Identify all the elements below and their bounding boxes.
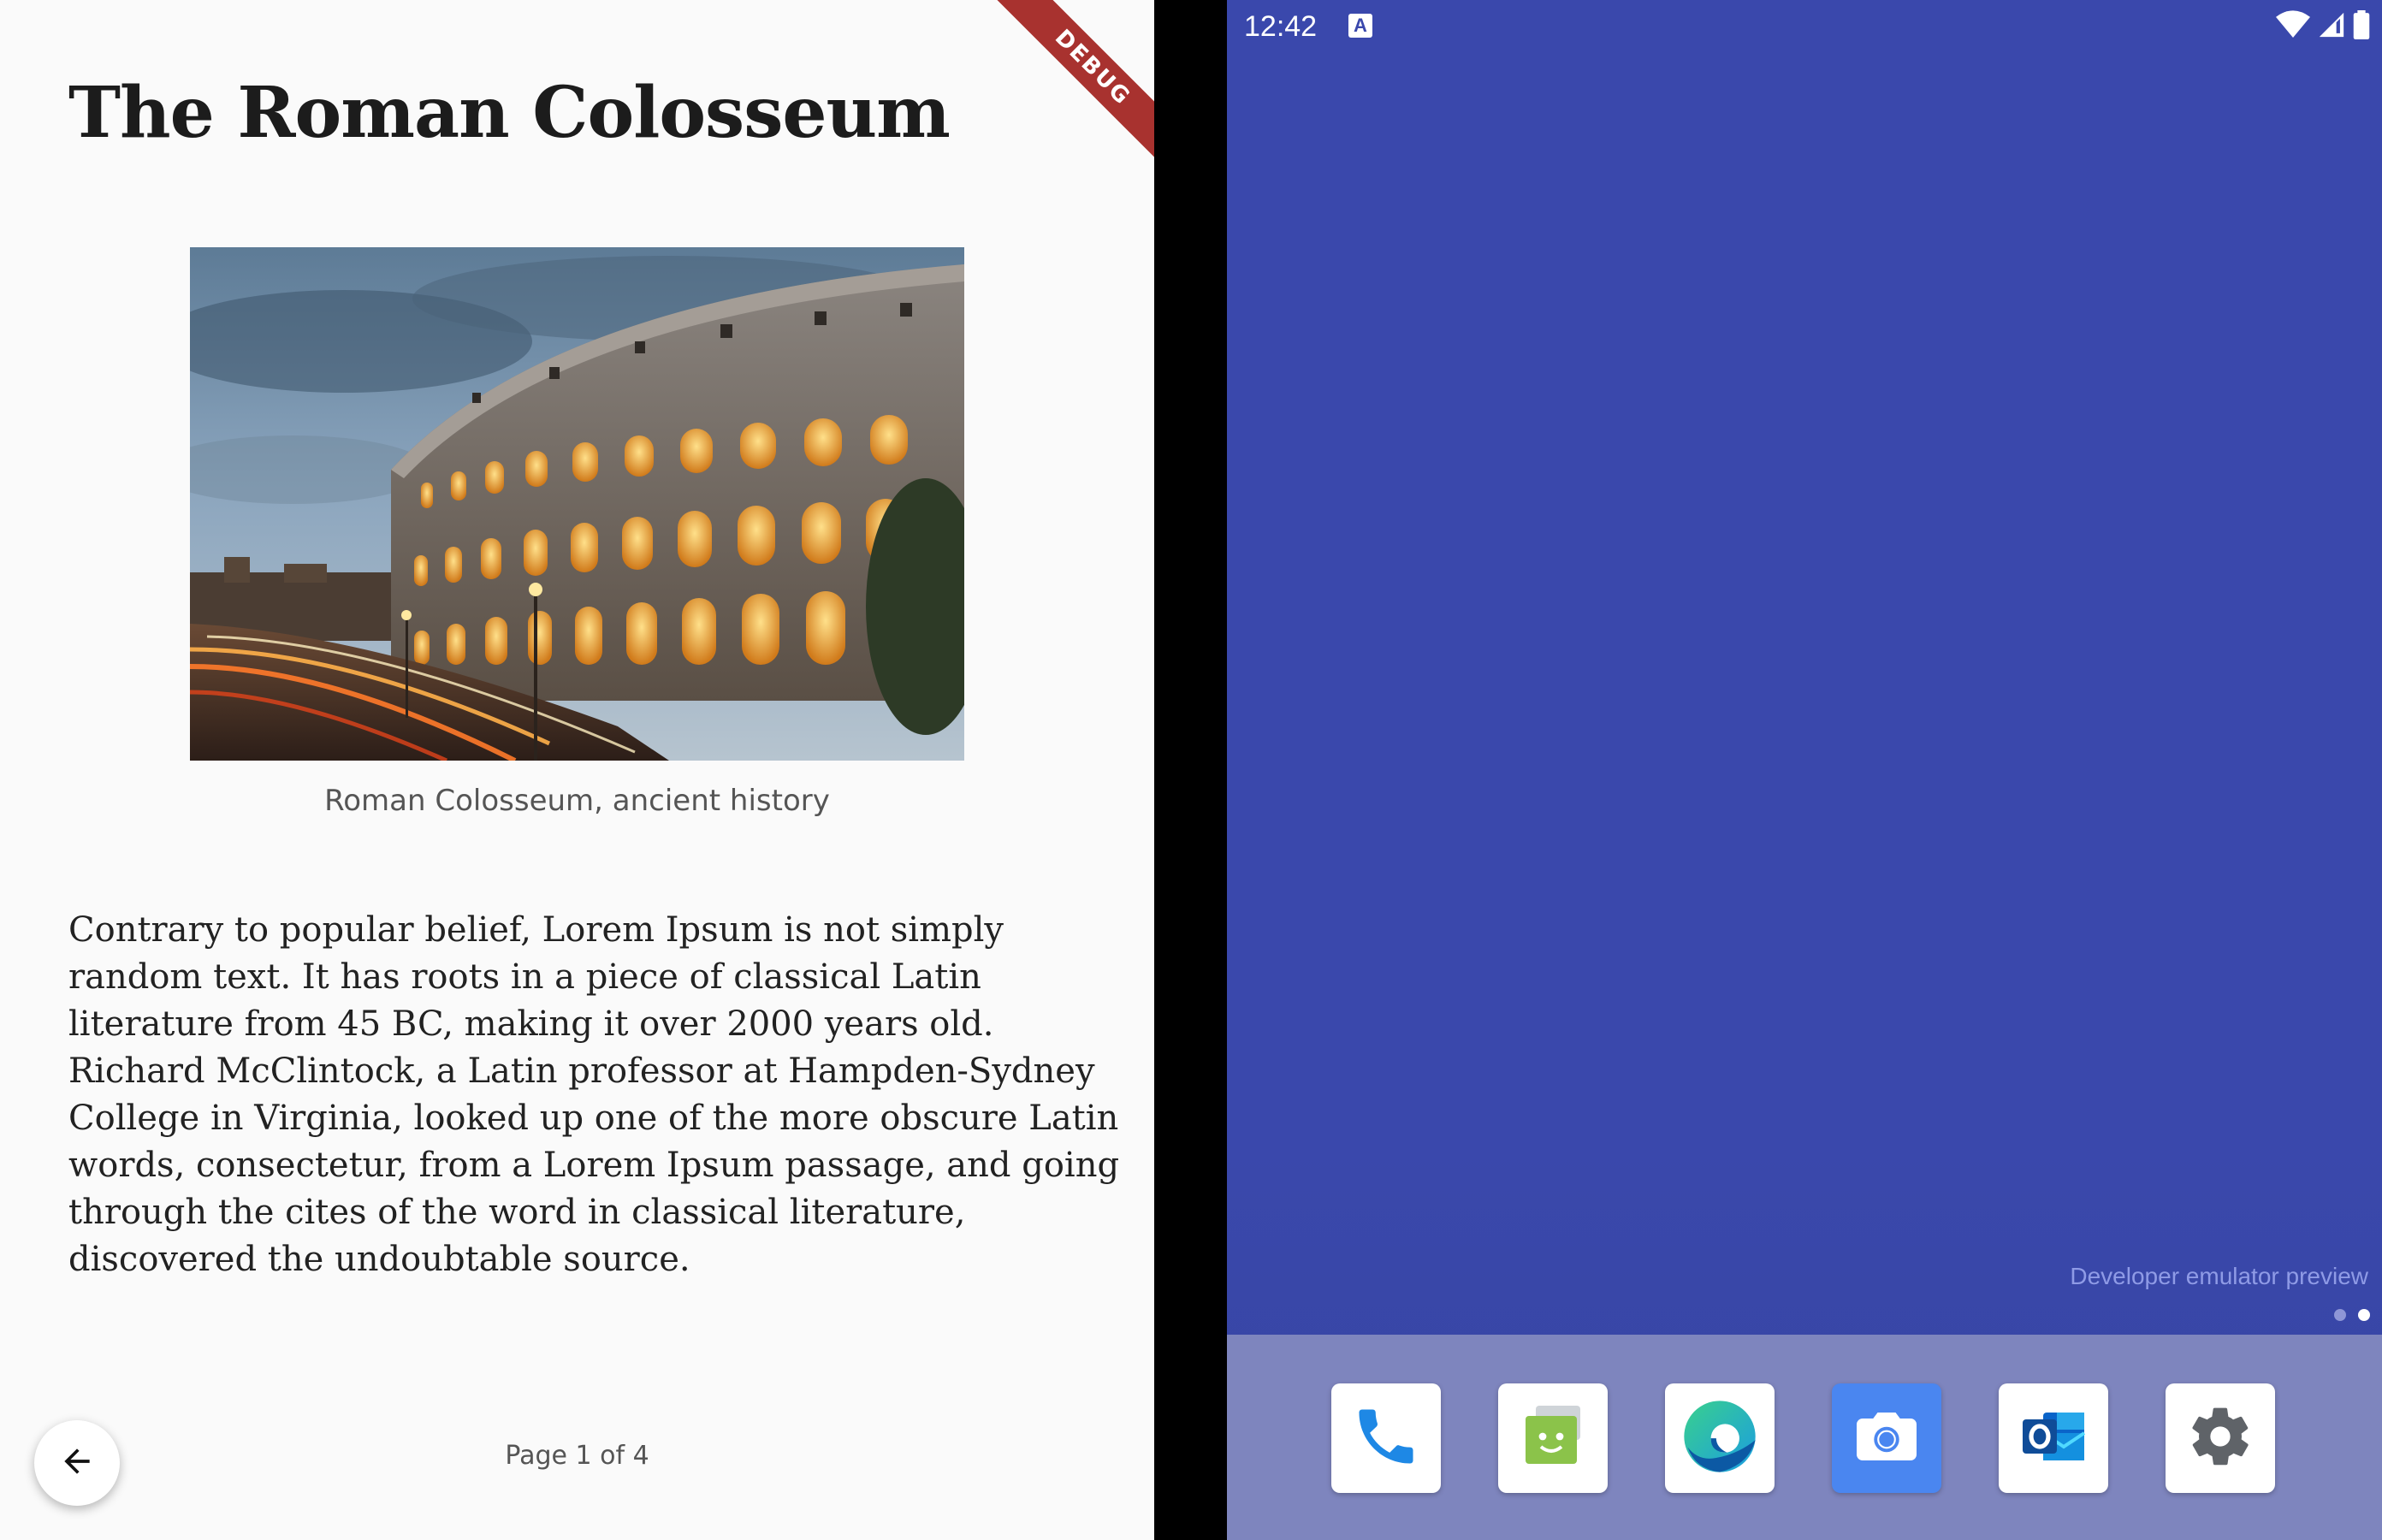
colosseum-image (190, 247, 964, 761)
cell-signal-icon (2317, 10, 2346, 43)
app-dock (1227, 1335, 2382, 1540)
outlook-app-button[interactable] (1999, 1383, 2108, 1493)
page-dot-1[interactable] (2334, 1309, 2346, 1321)
reader-screen: The Roman Colosseum DEBUG Roman Colosseu… (0, 0, 1154, 1540)
debug-banner: DEBUG (981, 0, 1154, 179)
messages-icon (1512, 1395, 1594, 1481)
launcher-screen: 12:42 A Developer emulator preview (1227, 0, 2382, 1540)
settings-app-button[interactable] (2166, 1383, 2275, 1493)
status-time: 12:42 (1244, 10, 1318, 43)
camera-app-button[interactable] (1832, 1383, 1941, 1493)
emulator-watermark: Developer emulator preview (2070, 1263, 2368, 1289)
article-body-text: Contrary to popular belief, Lorem Ipsum … (68, 910, 1120, 1279)
device-hinge (1154, 0, 1227, 1540)
status-bar: 12:42 A (1227, 0, 2382, 51)
edge-app-button[interactable] (1665, 1383, 1775, 1493)
back-button[interactable] (34, 1420, 120, 1506)
wifi-icon (2276, 10, 2310, 43)
page-indicator: Page 1 of 4 (505, 1441, 649, 1471)
phone-app-button[interactable] (1331, 1383, 1441, 1493)
image-caption: Roman Colosseum, ancient history (324, 784, 830, 818)
settings-icon (2186, 1402, 2255, 1474)
edge-browser-icon (1677, 1394, 1763, 1483)
arrow-left-icon (58, 1442, 96, 1484)
outlook-icon (2012, 1395, 2095, 1481)
messages-app-button[interactable] (1498, 1383, 1608, 1493)
status-icons (2276, 10, 2370, 43)
page-dots[interactable] (2334, 1309, 2370, 1321)
camera-icon (1851, 1401, 1923, 1476)
page-dot-2[interactable] (2358, 1309, 2370, 1321)
page-title: The Roman Colosseum (68, 72, 951, 154)
phone-icon (1350, 1401, 1422, 1476)
notification-a-icon: A (1348, 14, 1372, 38)
battery-icon (2353, 10, 2370, 43)
